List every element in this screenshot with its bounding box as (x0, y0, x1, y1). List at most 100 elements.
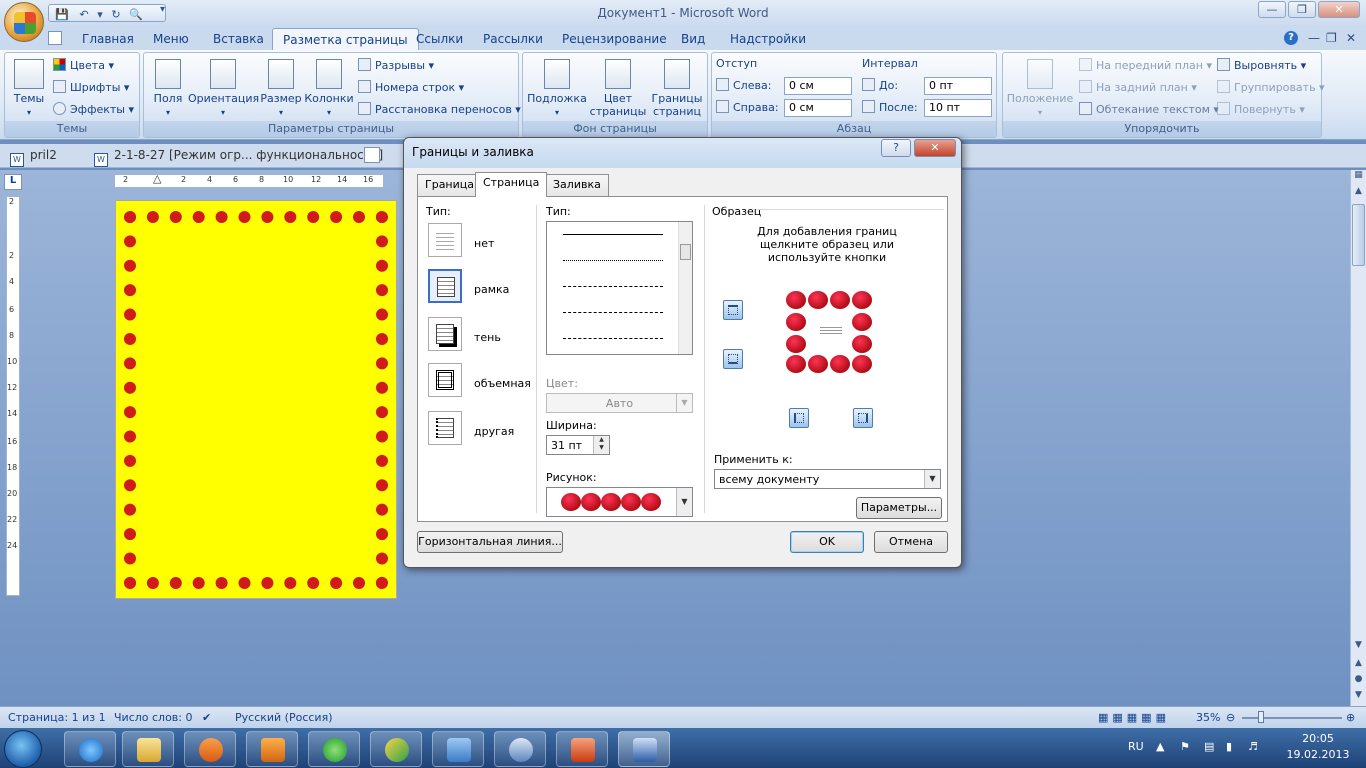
setting-box[interactable]: рамка (474, 283, 509, 296)
tray-expand-icon[interactable]: ▲ (1156, 740, 1164, 753)
browse-object-icon[interactable]: ● (1352, 674, 1365, 688)
line-style-list[interactable] (546, 221, 693, 355)
setting-none-icon[interactable] (428, 223, 462, 257)
send-back-button[interactable]: На задний план ▾ (1079, 79, 1197, 97)
document-page[interactable] (115, 200, 397, 599)
tab-references[interactable]: Ссылки (406, 28, 473, 50)
power-icon[interactable]: ▤ (1204, 740, 1214, 753)
colors-button[interactable]: Цвета ▾ (53, 57, 114, 75)
tab-mailings[interactable]: Рассылки (473, 28, 553, 50)
taskbar-app[interactable] (246, 731, 298, 767)
ribbon-minimize-icon[interactable]: — (1308, 31, 1320, 45)
line-style-solid[interactable] (563, 234, 663, 235)
horizontal-ruler[interactable]: 2 △ 2 4 6 8 10 12 14 16 (114, 172, 384, 188)
position-button[interactable]: Положение ▾ (1005, 59, 1075, 119)
breaks-button[interactable]: Разрывы ▾ (358, 57, 434, 75)
help-icon[interactable]: ? (1284, 31, 1298, 45)
color-combo[interactable]: Авто ▼ (546, 393, 693, 413)
columns-button[interactable]: Колонки ▾ (304, 59, 354, 119)
border-preview[interactable] (778, 283, 890, 379)
scroll-down-icon[interactable]: ▼ (1352, 640, 1365, 654)
horizontal-line-button[interactable]: Горизонтальная линия... (417, 531, 563, 553)
orientation-button[interactable]: Ориентация ▾ (188, 59, 259, 119)
hyphenation-button[interactable]: Расстановка переносов ▾ (358, 101, 521, 119)
tab-insert[interactable]: Вставка (203, 28, 274, 50)
tray-language[interactable]: RU (1128, 740, 1144, 753)
next-page-icon[interactable]: ▼ (1352, 690, 1365, 704)
dialog-title-bar[interactable]: Границы и заливка ? ✕ (404, 138, 961, 168)
start-button[interactable] (4, 730, 42, 768)
margins-button[interactable]: Поля ▾ (150, 59, 186, 119)
dialog-close-button[interactable]: ✕ (914, 139, 956, 157)
ruler-toggle-icon[interactable]: ▦ (1352, 170, 1365, 184)
proofing-icon[interactable]: ✔ (202, 711, 211, 724)
art-combo[interactable]: ▼ (546, 487, 693, 517)
setting-none[interactable]: нет (474, 237, 494, 250)
bring-front-button[interactable]: На передний план ▾ (1079, 57, 1212, 75)
status-language[interactable]: Русский (Россия) (235, 711, 333, 724)
setting-3d-icon[interactable] (428, 363, 462, 397)
taskbar-media[interactable] (184, 731, 236, 767)
setting-3d[interactable]: объемная (474, 377, 531, 390)
vertical-scrollbar[interactable]: ▦ ▲ ▼ ▲ ● ▼ (1350, 170, 1366, 706)
align-button[interactable]: Выровнять ▾ (1217, 57, 1306, 75)
spacing-after-input[interactable]: 10 пт (924, 99, 992, 117)
page-borders-button[interactable]: Границы страниц (649, 59, 705, 118)
top-border-button[interactable] (723, 300, 743, 320)
dialog-help-button[interactable]: ? (881, 139, 911, 157)
bottom-border-button[interactable] (723, 349, 743, 369)
setting-box-icon[interactable] (428, 269, 462, 303)
view-buttons-icon[interactable]: ▦▦▦▦▦ (1098, 711, 1170, 724)
status-words[interactable]: Число слов: 0 (114, 711, 193, 724)
network-icon[interactable]: ▮ (1226, 740, 1232, 753)
line-numbers-button[interactable]: Номера строк ▾ (358, 79, 464, 97)
line-style-dotted[interactable] (563, 260, 663, 261)
doc-tab-pril2[interactable]: Wpril2 (4, 146, 63, 167)
minimize-button[interactable]: — (1258, 1, 1286, 18)
zoom-in-icon[interactable]: ⊕ (1346, 711, 1355, 724)
status-page[interactable]: Страница: 1 из 1 (8, 711, 106, 724)
maximize-button[interactable]: ❐ (1288, 1, 1316, 18)
taskbar-powerpoint[interactable] (556, 731, 608, 767)
taskbar-explorer[interactable] (122, 731, 174, 767)
line-style-dash-dot[interactable] (563, 338, 663, 339)
cancel-button[interactable]: Отмена (874, 531, 948, 553)
spinner-arrows-icon[interactable]: ▲ ▼ (593, 436, 609, 454)
rotate-button[interactable]: Повернуть ▾ (1217, 101, 1305, 119)
taskbar-word[interactable] (618, 731, 670, 767)
chevron-down-icon[interactable]: ▼ (676, 488, 692, 516)
taskbar-app3[interactable] (494, 731, 546, 767)
tab-menu[interactable]: Меню (143, 28, 199, 50)
vertical-ruler[interactable]: 2 2 4 6 8 10 12 14 16 18 20 22 24 (6, 196, 20, 596)
tab-shading[interactable]: Заливка (545, 174, 609, 196)
zoom-slider[interactable] (1242, 717, 1342, 719)
office-button[interactable] (4, 2, 44, 42)
tray-date[interactable]: 19.02.2013 (1280, 748, 1356, 761)
left-border-button[interactable] (789, 408, 809, 428)
tab-page-border[interactable]: Страница (475, 172, 548, 197)
text-wrap-button[interactable]: Обтекание текстом ▾ (1079, 101, 1219, 119)
watermark-button[interactable]: Подложка ▾ (527, 59, 587, 119)
indent-left-input[interactable]: 0 см (784, 77, 852, 95)
effects-button[interactable]: Эффекты ▾ (53, 101, 134, 119)
new-tab-icon[interactable] (364, 147, 380, 163)
tab-stop-selector[interactable]: L (4, 174, 22, 190)
size-button[interactable]: Размер ▾ (260, 59, 302, 119)
chevron-down-icon[interactable]: ▼ (924, 470, 940, 488)
zoom-out-icon[interactable]: ⊖ (1226, 711, 1235, 724)
ribbon-restore-icon[interactable]: ❐ (1326, 31, 1337, 45)
tab-page-layout[interactable]: Разметка страницы (272, 28, 419, 50)
width-spinner[interactable]: 31 пт ▲ ▼ (546, 435, 610, 455)
scroll-up-icon[interactable]: ▲ (1352, 186, 1365, 200)
options-button[interactable]: Параметры... (856, 497, 942, 519)
themes-button[interactable]: Темы ▾ (9, 59, 49, 119)
taskbar-ie[interactable] (64, 731, 116, 767)
group-button[interactable]: Группировать ▾ (1217, 79, 1325, 97)
indent-right-input[interactable]: 0 см (784, 99, 852, 117)
zoom-slider-thumb[interactable] (1258, 711, 1264, 723)
tab-addins[interactable]: Надстройки (720, 28, 816, 50)
taskbar-mail[interactable] (432, 731, 484, 767)
setting-shadow-icon[interactable] (428, 317, 462, 351)
setting-custom[interactable]: другая (474, 425, 514, 438)
doc-tab-2-1-8-27[interactable]: W 2-1-8-27 [Режим огр... функциональности… (88, 146, 389, 167)
